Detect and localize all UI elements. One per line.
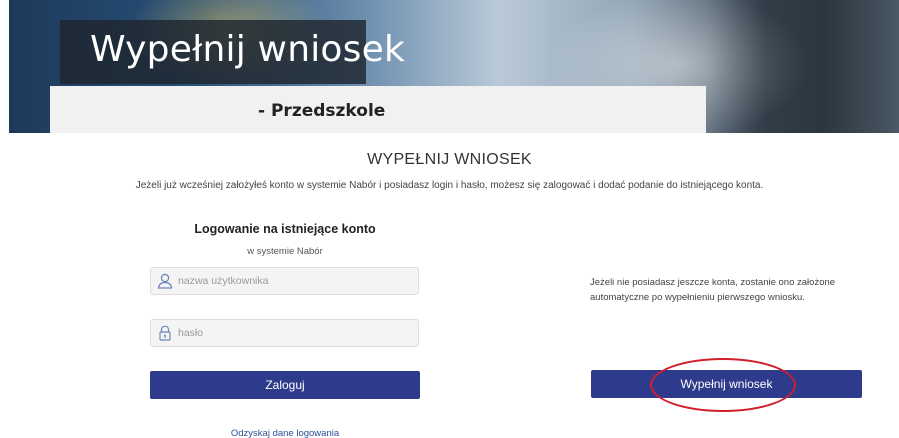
password-input[interactable]: [178, 327, 398, 339]
login-title: Logowanie na istniejące konto: [194, 222, 376, 236]
user-icon: [157, 273, 173, 289]
username-input[interactable]: [178, 275, 398, 287]
login-subtitle: w systemie Nabór: [247, 246, 323, 257]
login-button[interactable]: Zaloguj: [150, 371, 420, 399]
no-account-info: Jeżeli nie posiadasz jeszcze konta, zost…: [590, 277, 836, 303]
lock-icon: [159, 325, 171, 341]
page-heading: WYPEŁNIJ WNIOSEK: [367, 151, 532, 168]
fill-application-button[interactable]: Wypełnij wniosek: [591, 370, 862, 398]
username-field[interactable]: [150, 267, 419, 295]
banner-title: Wypełnij wniosek: [90, 29, 406, 70]
password-field[interactable]: [150, 319, 419, 347]
recover-login-link[interactable]: Odzyskaj dane logowania: [150, 428, 420, 438]
banner-subtitle: - Przedszkole: [258, 101, 386, 121]
intro-text: Jeżeli już wcześniej założyłeś konto w s…: [135, 180, 764, 191]
